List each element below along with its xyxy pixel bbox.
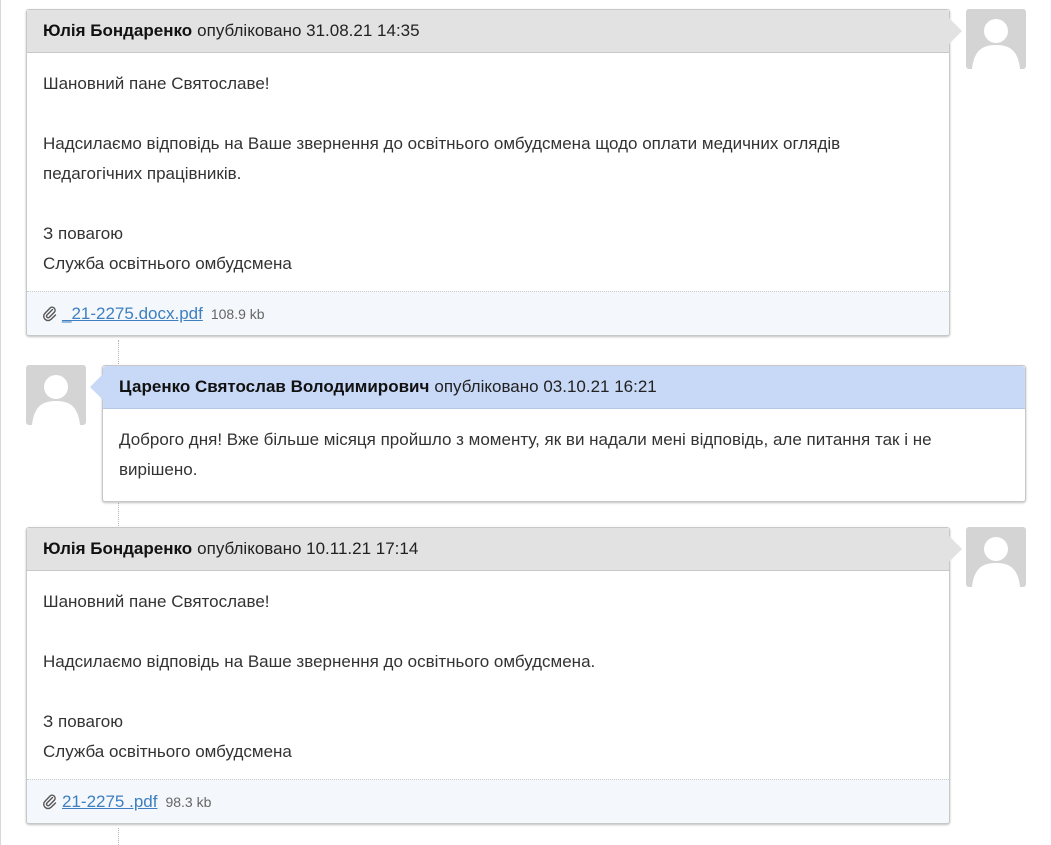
- message-line: Служба освітнього омбудсмена: [43, 254, 292, 273]
- attachment-row: _21-2275.docx.pdf 108.9 kb: [27, 291, 949, 335]
- attachment-size: 98.3 kb: [165, 793, 212, 810]
- paperclip-icon: [43, 306, 57, 321]
- message-line: Доброго дня! Вже більше місяця пройшло з…: [119, 430, 932, 449]
- message-line: З повагою: [43, 712, 123, 731]
- message-author[interactable]: Юлія Бондаренко: [43, 21, 192, 41]
- message-header: Юлія Бондаренко опубліковано 31.08.21 14…: [27, 10, 963, 53]
- message-official-1: Юлія Бондаренко опубліковано 31.08.21 14…: [26, 9, 963, 336]
- message-body: Шановний пане Святославе! Надсилаємо від…: [27, 571, 949, 779]
- header-pointer: [90, 374, 103, 400]
- message-line: вирішено.: [119, 460, 198, 479]
- message-citizen-1: Царенко Святослав Володимирович опубліко…: [90, 365, 1026, 502]
- message-line: педагогічних працівників.: [43, 164, 242, 183]
- thread-connector: [118, 828, 119, 845]
- message-date: опубліковано 31.08.21 14:35: [197, 21, 420, 40]
- attachment-link[interactable]: 21-2275 .pdf: [62, 792, 157, 812]
- user-avatar-icon: [26, 365, 86, 425]
- correspondence-thread: Юлія Бондаренко опубліковано 31.08.21 14…: [0, 0, 1051, 845]
- message-line: Надсилаємо відповідь на Ваше звернення д…: [43, 134, 841, 153]
- user-avatar-icon: [966, 527, 1026, 587]
- left-edge-line: [0, 0, 1, 845]
- message-line: Служба освітнього омбудсмена: [43, 742, 292, 761]
- message-date: опубліковано 03.10.21 16:21: [434, 377, 657, 396]
- user-avatar-icon: [966, 9, 1026, 69]
- attachment-size: 108.9 kb: [210, 305, 265, 322]
- message-line: Надсилаємо відповідь на Ваше звернення д…: [43, 652, 596, 671]
- message-line: З повагою: [43, 224, 123, 243]
- message-header: Царенко Святослав Володимирович опубліко…: [90, 366, 1025, 409]
- message-header: Юлія Бондаренко опубліковано 10.11.21 17…: [27, 528, 963, 571]
- header-pointer: [949, 17, 963, 45]
- message-author[interactable]: Царенко Святослав Володимирович: [119, 377, 429, 397]
- message-author[interactable]: Юлія Бондаренко: [43, 539, 192, 559]
- attachment-row: 21-2275 .pdf 98.3 kb: [27, 779, 949, 823]
- message-official-2: Юлія Бондаренко опубліковано 10.11.21 17…: [26, 527, 963, 824]
- paperclip-icon: [43, 794, 57, 809]
- message-line: Шановний пане Святославе!: [43, 74, 270, 93]
- message-body: Доброго дня! Вже більше місяця пройшло з…: [103, 409, 1025, 501]
- message-line: Шановний пане Святославе!: [43, 592, 270, 611]
- thread-connector: [118, 501, 119, 528]
- attachment-link[interactable]: _21-2275.docx.pdf: [62, 304, 203, 324]
- thread-connector: [118, 340, 119, 366]
- message-body: Шановний пане Святославе! Надсилаємо від…: [27, 53, 949, 291]
- message-date: опубліковано 10.11.21 17:14: [197, 539, 419, 558]
- header-pointer: [949, 535, 963, 563]
